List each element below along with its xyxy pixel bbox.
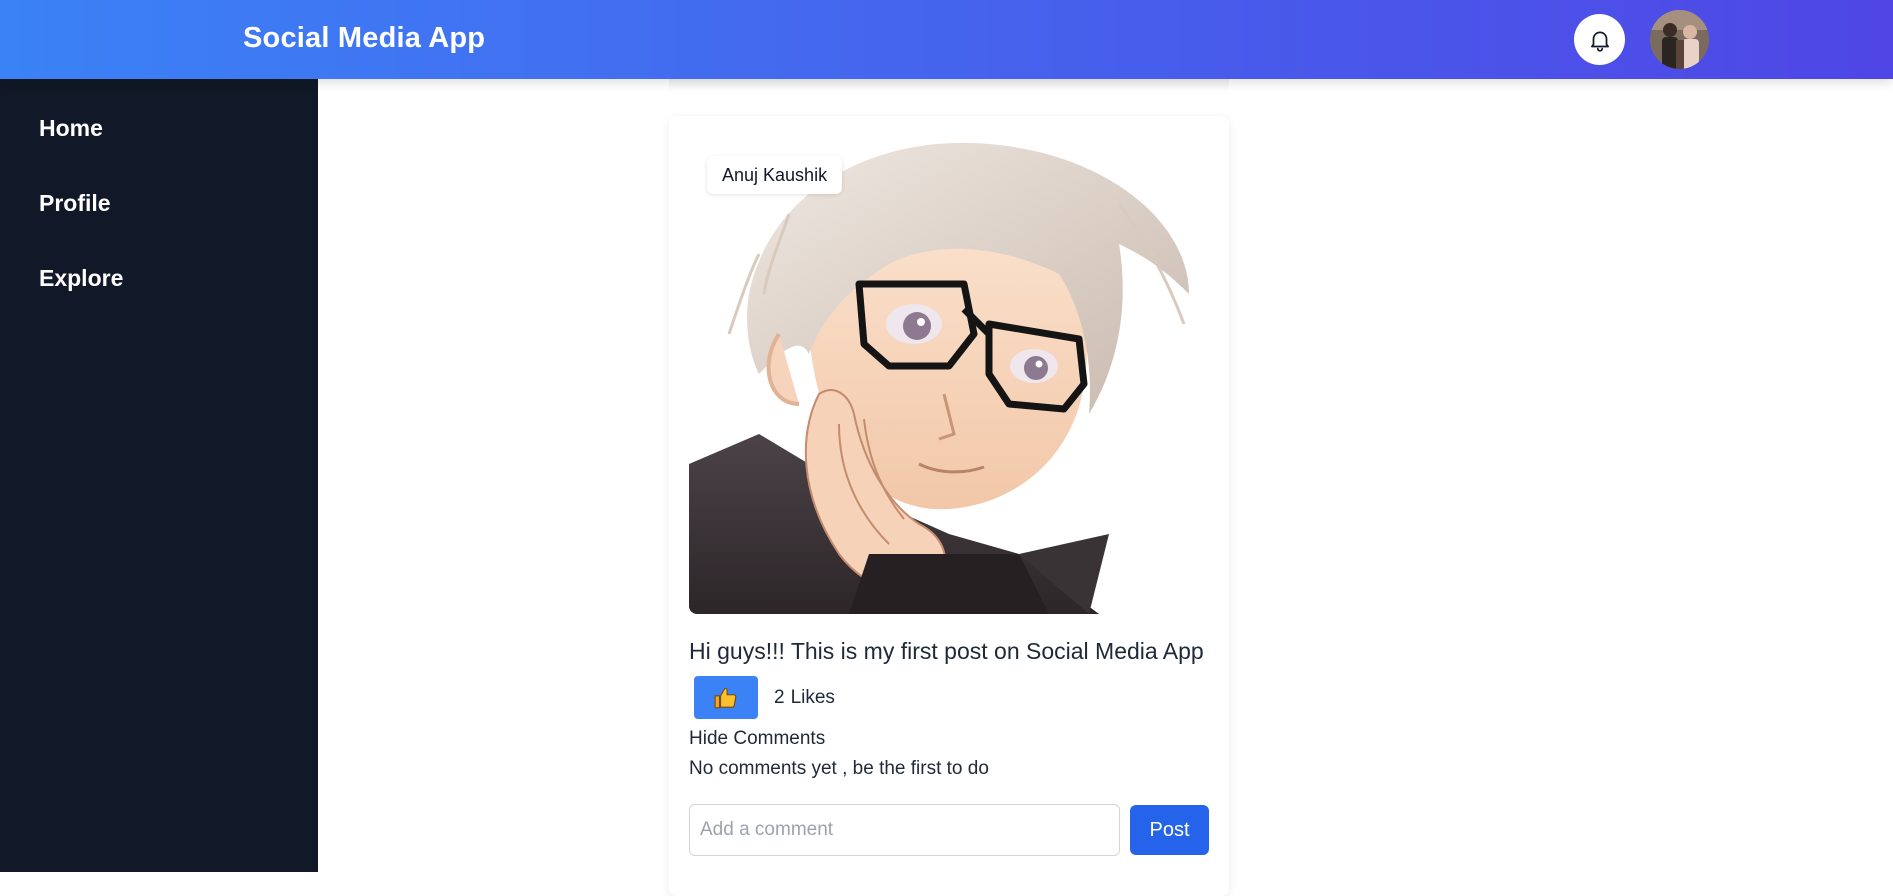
anime-portrait-image bbox=[689, 134, 1197, 614]
likes-count: 2 Likes bbox=[774, 687, 835, 709]
avatar-photo bbox=[1650, 10, 1709, 69]
sidebar-item-explore[interactable]: Explore bbox=[39, 265, 123, 292]
post-card: Anuj Kaushik Hi guys!!! This is my first… bbox=[669, 116, 1229, 896]
comment-input[interactable] bbox=[689, 804, 1120, 856]
post-caption: Hi guys!!! This is my first post on Soci… bbox=[689, 638, 1204, 664]
post-image bbox=[689, 134, 1197, 614]
thumbs-up-icon bbox=[714, 687, 737, 708]
bell-icon bbox=[1590, 31, 1609, 52]
hide-comments-toggle[interactable]: Hide Comments bbox=[689, 728, 825, 750]
notifications-button[interactable] bbox=[1574, 14, 1625, 65]
post-comment-button[interactable]: Post bbox=[1130, 805, 1209, 855]
like-button[interactable] bbox=[694, 676, 758, 719]
top-navbar: Social Media App bbox=[0, 0, 1893, 79]
likes-number: 2 bbox=[774, 687, 785, 708]
no-comments-message: No comments yet , be the first to do bbox=[689, 758, 989, 779]
app-title[interactable]: Social Media App bbox=[243, 22, 485, 55]
sidebar-item-home[interactable]: Home bbox=[39, 115, 103, 142]
previous-post-edge bbox=[669, 79, 1229, 91]
likes-label: Likes bbox=[790, 687, 835, 708]
sidebar-item-profile[interactable]: Profile bbox=[39, 190, 111, 217]
user-avatar[interactable] bbox=[1650, 10, 1709, 69]
sidebar: Home Profile Explore bbox=[0, 79, 318, 872]
post-author-chip[interactable]: Anuj Kaushik bbox=[707, 156, 843, 194]
